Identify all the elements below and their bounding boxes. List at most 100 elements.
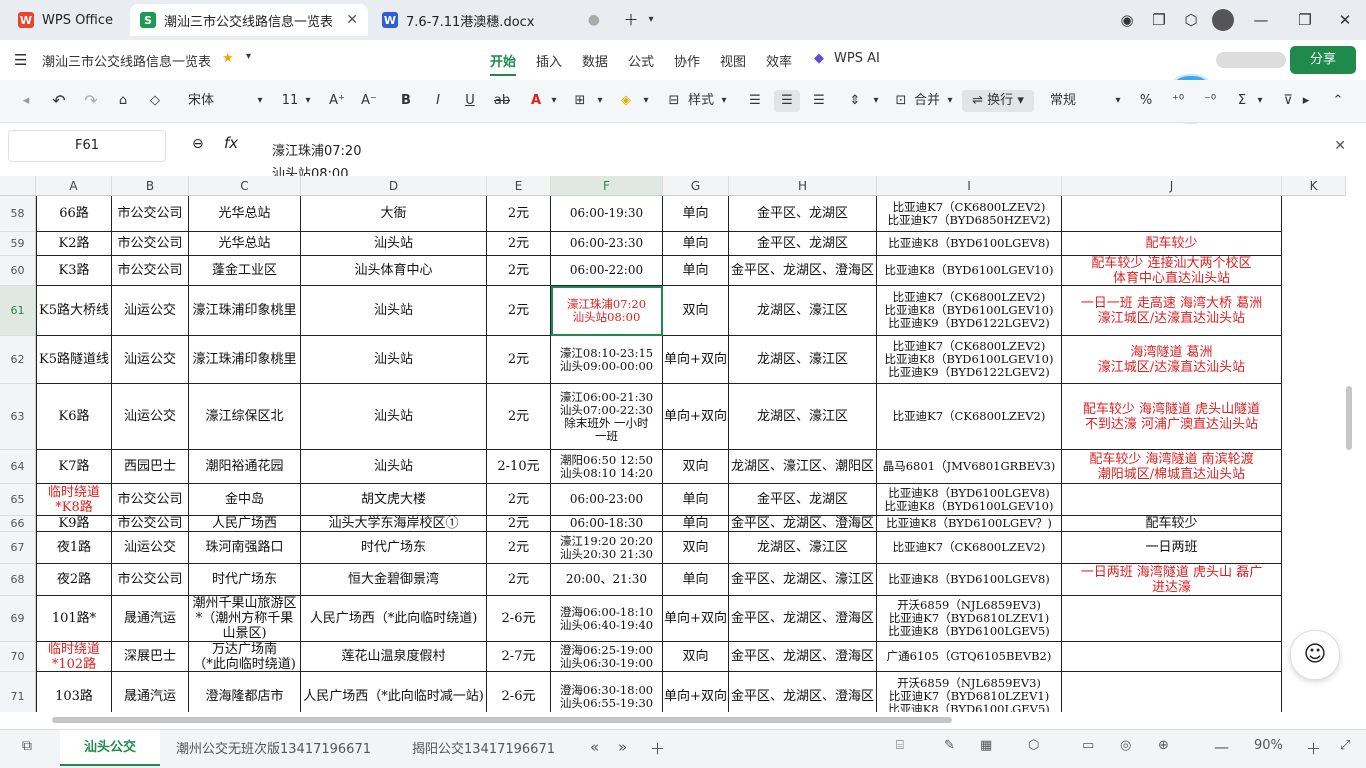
table-cell[interactable]: 一日两班 (1062, 532, 1282, 564)
align-center-icon[interactable]: ☰ (774, 90, 800, 112)
percent-icon[interactable]: % (1136, 90, 1156, 112)
table-cell[interactable]: 2元 (487, 532, 551, 564)
table-cell[interactable]: 龙湖区、濠江区 (729, 286, 877, 336)
table-cell[interactable]: 汕运公交 (112, 384, 189, 450)
table-cell[interactable]: 胡文虎大楼 (301, 484, 487, 516)
menu-data[interactable]: 数据 (582, 51, 608, 70)
table-cell[interactable]: 2-10元 (487, 450, 551, 484)
table-cell[interactable]: 广通6105（GTQ6105BEVB2) (877, 642, 1062, 672)
table-cell[interactable]: 潮州千果山旅游区 *（潮州方称千果 山景区) (189, 596, 301, 642)
table-cell[interactable]: 比亚迪K7（CK6800LZEV2) (877, 384, 1062, 450)
column-header[interactable]: D (301, 176, 487, 196)
avatar[interactable] (1212, 9, 1234, 31)
table-cell[interactable]: 澄海06:30-18:00 汕头06:55-19:30 (551, 672, 663, 712)
row-header[interactable]: 71 (0, 672, 36, 712)
scroll-thumb[interactable] (52, 717, 952, 723)
table-cell[interactable]: 澄海06:00-18:10 汕头06:40-19:40 (551, 596, 663, 642)
table-cell[interactable] (1062, 596, 1282, 642)
table-cell[interactable]: 2-6元 (487, 596, 551, 642)
column-header[interactable]: C (189, 176, 301, 196)
table-cell[interactable]: 龙湖区、濠江区 (729, 336, 877, 384)
formula-expand-icon[interactable]: ✕ (1334, 138, 1346, 154)
fill-color-icon[interactable]: ◈ (616, 90, 636, 112)
table-cell[interactable]: K9路 (36, 516, 112, 532)
table-cell[interactable]: 比亚迪K7（CK6800LZEV2) 比亚迪K8（BYD6100LGEV10) … (877, 286, 1062, 336)
table-cell[interactable]: 2元 (487, 336, 551, 384)
chevron-down-icon[interactable]: ▾ (640, 9, 662, 31)
tab-wps-office[interactable]: W WPS Office (8, 4, 126, 36)
edit-icon[interactable]: ✎ (944, 738, 955, 753)
select-all-corner[interactable] (0, 176, 36, 196)
table-cell[interactable]: 2元 (487, 564, 551, 596)
minimize-icon[interactable]: — (1250, 9, 1272, 31)
chevron-down-icon[interactable]: ▾ (548, 90, 560, 112)
table-cell[interactable]: 蓬金工业区 (189, 256, 301, 286)
table-cell[interactable]: 2-6元 (487, 672, 551, 712)
table-cell[interactable]: 103路 (36, 672, 112, 712)
table-cell[interactable]: 万达广场南 （*此向临时绕道) (189, 642, 301, 672)
chevron-left-icon[interactable]: ◂ (20, 90, 32, 112)
table-cell[interactable]: 2元 (487, 256, 551, 286)
table-cell[interactable]: 比亚迪K8（BYD6100LGEV8) (877, 232, 1062, 256)
table-cell[interactable]: K5路大桥线 (36, 286, 112, 336)
table-cell[interactable]: 金平区、龙湖区、澄海区 (729, 516, 877, 532)
row-header[interactable]: 70 (0, 642, 36, 672)
border-icon[interactable]: ⊞ (570, 90, 590, 112)
table-cell[interactable]: 市公交公司 (112, 256, 189, 286)
row-header[interactable]: 66 (0, 516, 36, 532)
column-header[interactable]: F (551, 176, 663, 196)
menu-insert[interactable]: 插入 (536, 51, 562, 70)
table-cell[interactable]: 2-7元 (487, 642, 551, 672)
menu-wps-ai[interactable]: WPS AI (834, 51, 880, 66)
sheet-list-icon[interactable]: ⧉ (22, 738, 32, 754)
function-icon[interactable]: fx (224, 134, 238, 152)
table-cell[interactable]: 比亚迪K8（BYD6100LGEV8) 比亚迪K8（BYD6100LGEV10) (877, 484, 1062, 516)
column-header[interactable]: B (112, 176, 189, 196)
table-cell[interactable]: 澄海06:25-19:00 汕头06:30-19:00 (551, 642, 663, 672)
table-cell[interactable]: 金中岛 (189, 484, 301, 516)
table-cell[interactable]: 单向+双向 (663, 384, 729, 450)
row-header[interactable]: 61 (0, 286, 36, 336)
table-cell[interactable]: 66路 (36, 196, 112, 232)
table-cell[interactable]: 双向 (663, 532, 729, 564)
restore-icon[interactable]: ❐ (1294, 9, 1316, 31)
tab-docx[interactable]: W 7.6-7.11港澳穗.docx ● (372, 4, 610, 36)
table-cell[interactable]: 珠河南强路口 (189, 532, 301, 564)
table-cell[interactable]: 时代广场东 (301, 532, 487, 564)
window-icon[interactable]: ❐ (1148, 9, 1170, 31)
share-sheet-icon[interactable]: ⬡ (1028, 738, 1039, 753)
row-header[interactable]: 58 (0, 196, 36, 232)
table-cell[interactable]: 市公交公司 (112, 564, 189, 596)
column-header[interactable]: J (1062, 176, 1282, 196)
chevron-down-icon[interactable]: ▾ (246, 51, 251, 62)
redo-icon[interactable]: ↷ (80, 90, 102, 112)
table-cell[interactable]: 濠江19:20 20:20 汕头20:30 21:30 (551, 532, 663, 564)
table-cell[interactable]: 龙湖区、濠江区 (729, 532, 877, 564)
table-cell[interactable]: 2元 (487, 196, 551, 232)
table-cell[interactable]: 光华总站 (189, 196, 301, 232)
menu-home[interactable]: 开始 (490, 51, 517, 76)
table-cell[interactable]: 比亚迪K7（CK6800LZEV2) 比亚迪K8（BYD6100LGEV10) … (877, 336, 1062, 384)
table-cell[interactable]: 晟通汽运 (112, 596, 189, 642)
table-cell[interactable]: 2元 (487, 484, 551, 516)
table-cell[interactable]: 汕头站 (301, 450, 487, 484)
column-header[interactable]: G (663, 176, 729, 196)
table-cell[interactable]: 06:00-23:30 (551, 232, 663, 256)
table-cell[interactable]: 汕运公交 (112, 336, 189, 384)
table-cell[interactable]: 市公交公司 (112, 516, 189, 532)
table-cell[interactable]: 开沃6859（NJL6859EV3) 比亚迪K7（BYD6810LZEV1) 比… (877, 596, 1062, 642)
eraser-icon[interactable]: ◇ (144, 90, 166, 112)
table-cell[interactable]: 单向 (663, 232, 729, 256)
table-cell[interactable] (1062, 196, 1282, 232)
table-cell[interactable]: 配车较少 海湾隧道 虎头山隧道 不到达濠 河浦广澳直达汕头站 (1062, 384, 1282, 450)
table-cell[interactable]: 比亚迪K7（CK6800LZEV2) (877, 532, 1062, 564)
table-cell[interactable]: 配车较少 (1062, 516, 1282, 532)
table-cell[interactable]: 汕头大学东海岸校区① (301, 516, 487, 532)
table-cell[interactable]: 市公交公司 (112, 196, 189, 232)
table-cell[interactable]: 临时绕道 *102路 (36, 642, 112, 672)
menu-formula[interactable]: 公式 (628, 51, 654, 70)
table-cell[interactable]: 澄海隆都店市 (189, 672, 301, 712)
undo-icon[interactable]: ↶ (48, 90, 70, 112)
table-cell[interactable]: 2元 (487, 384, 551, 450)
style-button[interactable]: 样式 (686, 90, 716, 112)
